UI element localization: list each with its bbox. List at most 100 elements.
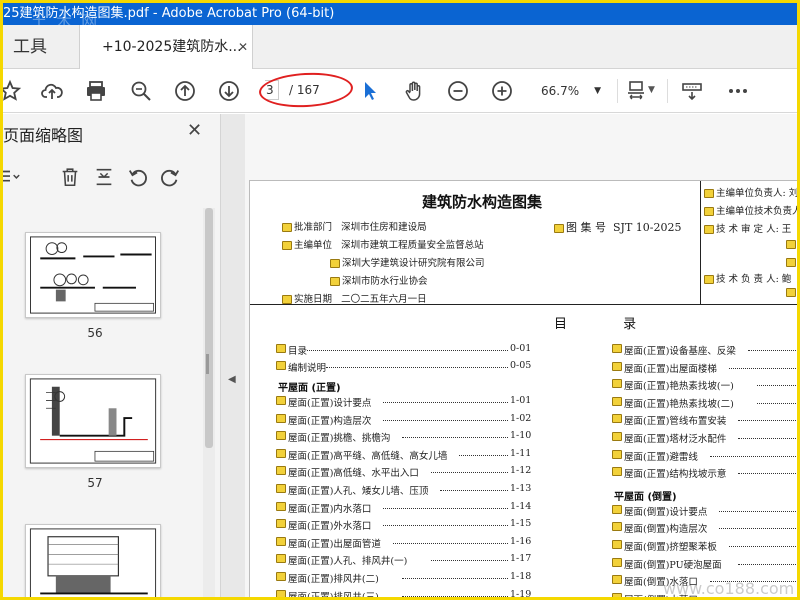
toc-entry[interactable]: 屋面(倒置)PU硬泡屋面 <box>612 557 797 573</box>
thumbnail-page[interactable] <box>25 232 161 318</box>
fit-options-chevron-icon[interactable]: ▼ <box>648 85 655 95</box>
toc-entry[interactable]: 屋面(正置)高平缝、高低缝、高女儿墙 1-11 <box>276 448 542 464</box>
comment-note-icon[interactable] <box>704 275 714 284</box>
rotate-clockwise-icon[interactable] <box>159 166 183 190</box>
panel-close-icon[interactable]: ✕ <box>187 120 202 141</box>
hand-tool-icon[interactable] <box>401 78 427 104</box>
toc-entry[interactable]: 目录 0-01 <box>276 343 542 359</box>
comment-note-icon[interactable] <box>276 519 286 529</box>
comment-note-icon[interactable] <box>276 361 286 370</box>
comment-note-icon[interactable] <box>612 575 622 585</box>
toc-entry[interactable]: 屋面(倒置)设计要点 <box>612 504 797 520</box>
tab-tools[interactable]: 工具 <box>3 25 78 69</box>
toc-entry[interactable]: 屋面(正置)人孔、排风井(一) 1-17 <box>276 553 542 569</box>
toc-entry[interactable]: 屋面(正置)出屋面管道 1-16 <box>276 536 542 552</box>
comment-note-icon[interactable] <box>276 536 286 546</box>
comment-note-icon[interactable] <box>554 223 564 233</box>
comment-note-icon[interactable] <box>612 396 622 406</box>
comment-note-icon[interactable] <box>330 277 340 286</box>
zoom-select[interactable]: 66.7% ▼ <box>531 79 607 103</box>
comment-note-icon[interactable] <box>786 257 797 268</box>
toc-entry[interactable]: 屋面(正置)避雷线 <box>612 449 797 465</box>
toc-entry[interactable]: 屋面(正置)结构找坡示意 <box>612 466 797 482</box>
comment-note-icon[interactable] <box>612 557 622 567</box>
thumbnail-scrollbar[interactable] <box>203 208 215 597</box>
delete-page-icon[interactable] <box>59 166 83 190</box>
comment-note-icon[interactable] <box>276 501 286 511</box>
toc-entry[interactable]: 屋面(正置)内水落口 1-14 <box>276 501 542 517</box>
comment-note-icon[interactable] <box>276 396 286 405</box>
more-options-icon[interactable] <box>725 78 751 104</box>
comment-note-icon[interactable] <box>704 225 714 234</box>
thumbnail-options-icon[interactable] <box>3 166 23 190</box>
document-viewport[interactable]: 建筑防水构造图集 批准部门 深圳市住房和建设局 主编单位 深圳市建筑工程质量安全… <box>245 114 797 597</box>
print-icon[interactable] <box>83 78 109 104</box>
panel-resize-grip[interactable] <box>206 354 209 374</box>
toc-entry[interactable]: 屋面(正置)排风井(二) 1-18 <box>276 571 542 587</box>
toc-entry[interactable]: 屋面(正置)艳热素找坡(一) <box>612 378 797 394</box>
toc-entry[interactable]: 屋面(正置)出屋面楼梯 <box>612 361 797 377</box>
extract-page-icon[interactable] <box>93 166 117 190</box>
comment-note-icon[interactable] <box>612 467 622 477</box>
comment-note-icon[interactable] <box>612 379 622 389</box>
comment-note-icon[interactable] <box>282 295 292 304</box>
scrollbar-thumb[interactable] <box>205 208 213 448</box>
comment-note-icon[interactable] <box>612 504 622 514</box>
comment-note-icon[interactable] <box>704 207 714 216</box>
comment-note-icon[interactable] <box>612 522 622 532</box>
comment-note-icon[interactable] <box>786 287 797 298</box>
comment-note-icon[interactable] <box>612 592 622 597</box>
comment-note-icon[interactable] <box>276 466 286 476</box>
comment-note-icon[interactable] <box>276 589 286 597</box>
comment-note-icon[interactable] <box>612 540 622 549</box>
toc-entry[interactable]: 屋面(正置)高低缝、水平出入口 1-12 <box>276 465 542 481</box>
toc-entry[interactable]: 屋面(正置)艳热素找坡(二) <box>612 396 797 412</box>
comment-note-icon[interactable] <box>704 189 714 198</box>
prev-page-icon[interactable] <box>172 78 198 104</box>
comment-note-icon[interactable] <box>612 449 622 459</box>
panel-splitter[interactable]: ◀ <box>221 114 245 597</box>
comment-note-icon[interactable] <box>276 448 286 458</box>
toc-entry[interactable]: 屋面(正置)排风井(三) 1-19 <box>276 589 542 597</box>
comment-note-icon[interactable] <box>612 414 622 424</box>
comment-note-icon[interactable] <box>276 413 286 423</box>
comment-note-icon[interactable] <box>276 431 286 441</box>
comment-note-icon[interactable] <box>282 223 292 232</box>
comment-note-icon[interactable] <box>276 572 286 581</box>
toc-entry[interactable]: 屋面(倒置)构造层次 <box>612 521 797 537</box>
comment-note-icon[interactable] <box>612 344 622 353</box>
comment-note-icon[interactable] <box>282 241 292 250</box>
toc-entry[interactable]: 屋面(正置)设备基座、反梁 <box>612 343 797 359</box>
toc-entry[interactable]: 屋面(正置)构造层次 1-02 <box>276 413 542 429</box>
zoom-search-icon[interactable] <box>128 78 154 104</box>
zoom-out-icon[interactable] <box>445 78 471 104</box>
keyboard-tool-icon[interactable] <box>679 78 705 104</box>
rotate-counterclockwise-icon[interactable] <box>127 166 151 190</box>
tab-document[interactable]: +10-2025建筑防水... ✕ <box>79 25 253 70</box>
star-icon[interactable] <box>3 78 23 104</box>
toc-entry[interactable]: 屋面(正置)人孔、矮女儿墙、压顶 1-13 <box>276 483 542 499</box>
toc-entry[interactable]: 屋面(正置)管线布置安装 <box>612 413 797 429</box>
toc-entry[interactable]: 屋面(正置)外水落口 1-15 <box>276 518 542 534</box>
comment-note-icon[interactable] <box>276 554 286 564</box>
toc-entry[interactable]: 屋面(正置)挑檐、挑檐沟 1-10 <box>276 430 542 446</box>
thumbnail-page[interactable] <box>25 374 161 468</box>
collapse-panel-icon[interactable]: ◀ <box>228 374 236 385</box>
zoom-in-icon[interactable] <box>489 78 515 104</box>
toc-entry[interactable]: 屋面(倒置)挤塑聚苯板 <box>612 539 797 555</box>
fit-page-icon[interactable] <box>623 78 649 104</box>
comment-note-icon[interactable] <box>786 239 797 250</box>
comment-note-icon[interactable] <box>276 484 286 493</box>
comment-note-icon[interactable] <box>276 344 286 353</box>
toc-entry[interactable]: 屋面(正置)塔材泛水配件 <box>612 431 797 447</box>
toc-entry[interactable]: 屋面(正置)设计要点 1-01 <box>276 395 542 411</box>
next-page-icon[interactable] <box>216 78 242 104</box>
comment-note-icon[interactable] <box>612 432 622 441</box>
comment-note-icon[interactable] <box>330 259 340 268</box>
select-cursor-icon[interactable] <box>357 78 383 104</box>
cloud-upload-icon[interactable] <box>39 78 65 104</box>
toc-entry[interactable]: 编制说明 0-05 <box>276 360 542 376</box>
tab-close-icon[interactable]: ✕ <box>238 25 248 69</box>
comment-note-icon[interactable] <box>612 361 622 371</box>
thumbnail-page[interactable] <box>25 524 161 597</box>
